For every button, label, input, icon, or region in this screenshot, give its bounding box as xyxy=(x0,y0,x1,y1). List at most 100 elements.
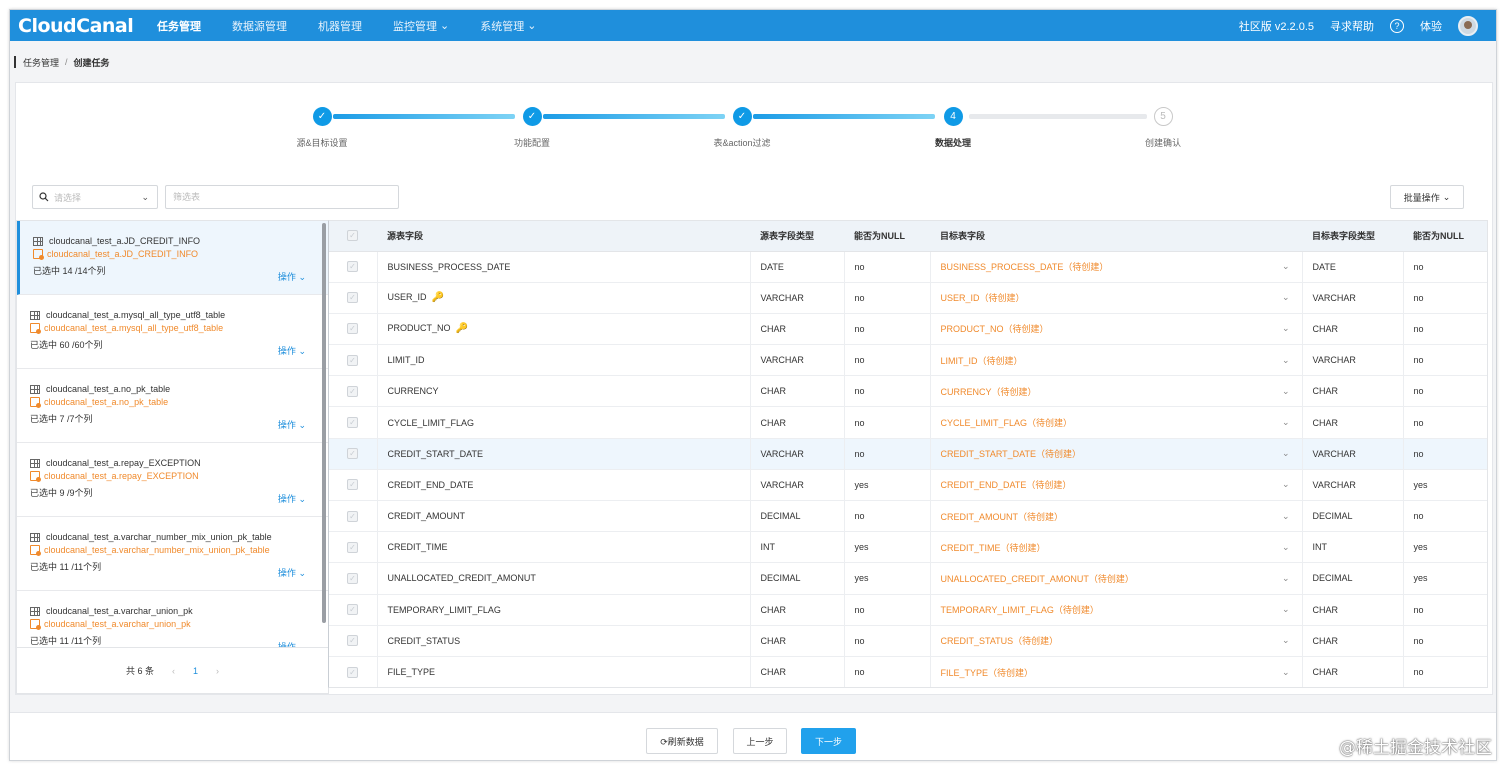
row-checkbox[interactable]: ✓ xyxy=(329,282,378,314)
nav-item-system[interactable]: 系统管理 ⌄ xyxy=(480,18,536,34)
dst-field-select[interactable]: CREDIT_END_DATE（待创建） ⌄ xyxy=(930,469,1303,502)
help-icon[interactable]: ? xyxy=(1390,18,1404,33)
dst-field-select[interactable]: BUSINESS_PROCESS_DATE（待创建） ⌄ xyxy=(930,251,1303,283)
user-name[interactable]: 体验 xyxy=(1420,18,1442,34)
src-field-cell: BUSINESS_PROCESS_DATE xyxy=(377,251,751,283)
table-op-menu[interactable]: 操作 ⌄ xyxy=(278,566,306,579)
nav-item-task[interactable]: 任务管理 xyxy=(157,18,201,34)
table-row[interactable]: ✓ USER_ID 🔑 VARCHAR no USER_ID（待创建） ⌄ VARCHAR no xyxy=(329,282,1487,314)
chevron-down-icon: ⌄ xyxy=(1281,510,1290,521)
table-row[interactable]: ✓ FILE_TYPE CHAR no FILE_TYPE（待创建） ⌄ CHAR no xyxy=(329,656,1487,687)
src-type-cell: VARCHAR xyxy=(750,469,845,502)
table-row[interactable]: ✓ CYCLE_LIMIT_FLAG CHAR no CYCLE_LIMIT_FLAG（… xyxy=(329,406,1487,439)
row-checkbox[interactable]: ✓ xyxy=(329,656,378,687)
row-checkbox[interactable]: ✓ xyxy=(329,500,378,533)
row-checkbox[interactable]: ✓ xyxy=(329,438,378,470)
scrollbar[interactable] xyxy=(322,223,326,623)
dst-field-select[interactable]: USER_ID（待创建） ⌄ xyxy=(930,282,1303,314)
dst-field-select[interactable]: CREDIT_AMOUNT（待创建） ⌄ xyxy=(930,500,1303,533)
table-row[interactable]: ✓ CREDIT_END_DATE VARCHAR yes CREDIT_END_DAT… xyxy=(329,469,1487,502)
table-header-row: ✓ 源表字段 源表字段类型 能否为NULL 目标表字段 目标表字段类型 能否为N… xyxy=(329,221,1487,252)
table-op-menu[interactable]: 操作 ⌄ xyxy=(278,270,306,283)
nav-item-datasource[interactable]: 数据源管理 xyxy=(232,18,287,34)
search-icon xyxy=(39,192,49,202)
select-all-checkbox[interactable]: ✓ xyxy=(329,221,377,252)
prev-step-button[interactable]: 上一步 xyxy=(733,728,787,754)
table-row[interactable]: ✓ CREDIT_START_DATE VARCHAR no CREDIT_START_… xyxy=(329,438,1487,470)
table-row[interactable]: ✓ CREDIT_AMOUNT DECIMAL no CREDIT_AMOUNT（待创建… xyxy=(329,500,1487,533)
src-null-cell: no xyxy=(844,282,931,314)
row-checkbox[interactable]: ✓ xyxy=(329,531,378,564)
table-card[interactable]: cloudcanal_test_a.no_pk_table cloudcanal_… xyxy=(17,369,328,443)
refresh-data-button[interactable]: ⟳刷新数据 xyxy=(646,728,718,754)
table-row[interactable]: ✓ BUSINESS_PROCESS_DATE DATE no BUSINESS_PRO… xyxy=(329,251,1487,283)
table-card[interactable]: cloudcanal_test_a.repay_EXCEPTION cloudca… xyxy=(17,443,328,517)
dst-field-select[interactable]: CREDIT_STATUS（待创建） ⌄ xyxy=(930,625,1303,657)
filter-table-input[interactable] xyxy=(165,185,399,209)
table-op-menu[interactable]: 操作 ⌄ xyxy=(278,344,306,357)
dst-field-select[interactable]: UNALLOCATED_CREDIT_AMONUT（待创建） ⌄ xyxy=(930,562,1303,595)
src-field-cell: CURRENCY xyxy=(377,375,751,408)
avatar[interactable] xyxy=(1458,15,1478,36)
src-type-cell: CHAR xyxy=(750,313,845,346)
pager-prev-icon[interactable]: ‹ xyxy=(172,666,175,676)
step-number: 4 xyxy=(943,107,963,126)
row-checkbox[interactable]: ✓ xyxy=(329,313,378,346)
help-link[interactable]: 寻求帮助 xyxy=(1330,18,1374,34)
target-table-name: cloudcanal_test_a.repay_EXCEPTION xyxy=(44,471,199,481)
table-row[interactable]: ✓ CREDIT_STATUS CHAR no CREDIT_STATUS（待创建） ⌄ C… xyxy=(329,625,1487,657)
target-table-name: cloudcanal_test_a.mysql_all_type_utf8_ta… xyxy=(44,323,224,333)
src-type-cell: DECIMAL xyxy=(750,562,845,595)
nav-item-machine[interactable]: 机器管理 xyxy=(318,18,362,34)
next-step-button[interactable]: 下一步 xyxy=(801,728,856,754)
row-checkbox[interactable]: ✓ xyxy=(329,562,378,595)
dst-null-cell: no xyxy=(1403,344,1487,377)
batch-operation-button[interactable]: 批量操作 ⌄ xyxy=(1390,185,1464,209)
table-row[interactable]: ✓ CREDIT_TIME INT yes CREDIT_TIME（待创建） ⌄ INT ye… xyxy=(329,531,1487,564)
row-checkbox[interactable]: ✓ xyxy=(329,375,378,408)
dst-field-select[interactable]: CURRENCY（待创建） ⌄ xyxy=(930,375,1303,408)
pager-page[interactable]: 1 xyxy=(193,666,198,676)
row-checkbox[interactable]: ✓ xyxy=(329,251,378,283)
dst-field-select[interactable]: TEMPORARY_LIMIT_FLAG（待创建） ⌄ xyxy=(930,594,1303,626)
chevron-down-icon: ⌄ xyxy=(298,494,306,504)
table-op-menu[interactable]: 操作 ⌄ xyxy=(278,492,306,505)
table-card[interactable]: cloudcanal_test_a.varchar_number_mix_uni… xyxy=(17,517,328,591)
dst-null-cell: no xyxy=(1403,313,1487,346)
dst-type-cell: VARCHAR xyxy=(1302,344,1404,377)
breadcrumb-parent[interactable]: 任务管理 xyxy=(23,56,59,69)
dst-field-select[interactable]: CYCLE_LIMIT_FLAG（待创建） ⌄ xyxy=(930,406,1303,439)
dst-type-cell: CHAR xyxy=(1302,594,1404,626)
table-op-menu[interactable]: 操作 ⌄ xyxy=(278,418,306,431)
nav-item-monitor[interactable]: 监控管理 ⌄ xyxy=(393,18,449,34)
src-field-cell: CREDIT_STATUS xyxy=(377,625,751,657)
db-select[interactable]: 请选择 ⌄ xyxy=(32,185,158,209)
row-checkbox[interactable]: ✓ xyxy=(329,344,378,377)
table-op-menu[interactable]: 操作 ⌄ xyxy=(278,640,306,647)
src-null-cell: no xyxy=(844,406,931,439)
source-table: cloudcanal_test_a.varchar_number_mix_uni… xyxy=(30,532,314,542)
dst-field-select[interactable]: PRODUCT_NO（待创建） ⌄ xyxy=(930,313,1303,346)
dst-null-cell: no xyxy=(1403,282,1487,314)
dst-field-select[interactable]: CREDIT_START_DATE（待创建） ⌄ xyxy=(930,438,1303,470)
src-null-cell: no xyxy=(844,656,931,687)
table-card[interactable]: cloudcanal_test_a.JD_CREDIT_INFO cloudcan… xyxy=(17,221,328,295)
row-checkbox[interactable]: ✓ xyxy=(329,406,378,439)
row-checkbox[interactable]: ✓ xyxy=(329,625,378,657)
table-card[interactable]: cloudcanal_test_a.mysql_all_type_utf8_ta… xyxy=(17,295,328,369)
dst-field-select[interactable]: LIMIT_ID（待创建） ⌄ xyxy=(930,344,1303,377)
table-row[interactable]: ✓ TEMPORARY_LIMIT_FLAG CHAR no TEMPORARY_LIM… xyxy=(329,594,1487,626)
table-row[interactable]: ✓ UNALLOCATED_CREDIT_AMONUT DECIMAL yes UNAL… xyxy=(329,562,1487,595)
row-checkbox[interactable]: ✓ xyxy=(329,594,378,626)
dst-field-select[interactable]: FILE_TYPE（待创建） ⌄ xyxy=(930,656,1303,687)
breadcrumb-separator: / xyxy=(65,57,68,67)
table-row[interactable]: ✓ CURRENCY CHAR no CURRENCY（待创建） ⌄ CHAR no xyxy=(329,375,1487,408)
dst-field-select[interactable]: CREDIT_TIME（待创建） ⌄ xyxy=(930,531,1303,564)
row-checkbox[interactable]: ✓ xyxy=(329,469,378,502)
table-row[interactable]: ✓ PRODUCT_NO 🔑 CHAR no PRODUCT_NO（待创建） ⌄ CHAR no xyxy=(329,313,1487,346)
table-card[interactable]: cloudcanal_test_a.varchar_union_pk cloudc… xyxy=(17,591,328,647)
table-row[interactable]: ✓ LIMIT_ID VARCHAR no LIMIT_ID（待创建） ⌄ VARCHAR n… xyxy=(329,344,1487,377)
pager-next-icon[interactable]: › xyxy=(216,666,219,676)
target-table: cloudcanal_test_a.repay_EXCEPTION xyxy=(30,471,314,482)
brand-logo[interactable]: CloudCanal xyxy=(10,15,140,37)
